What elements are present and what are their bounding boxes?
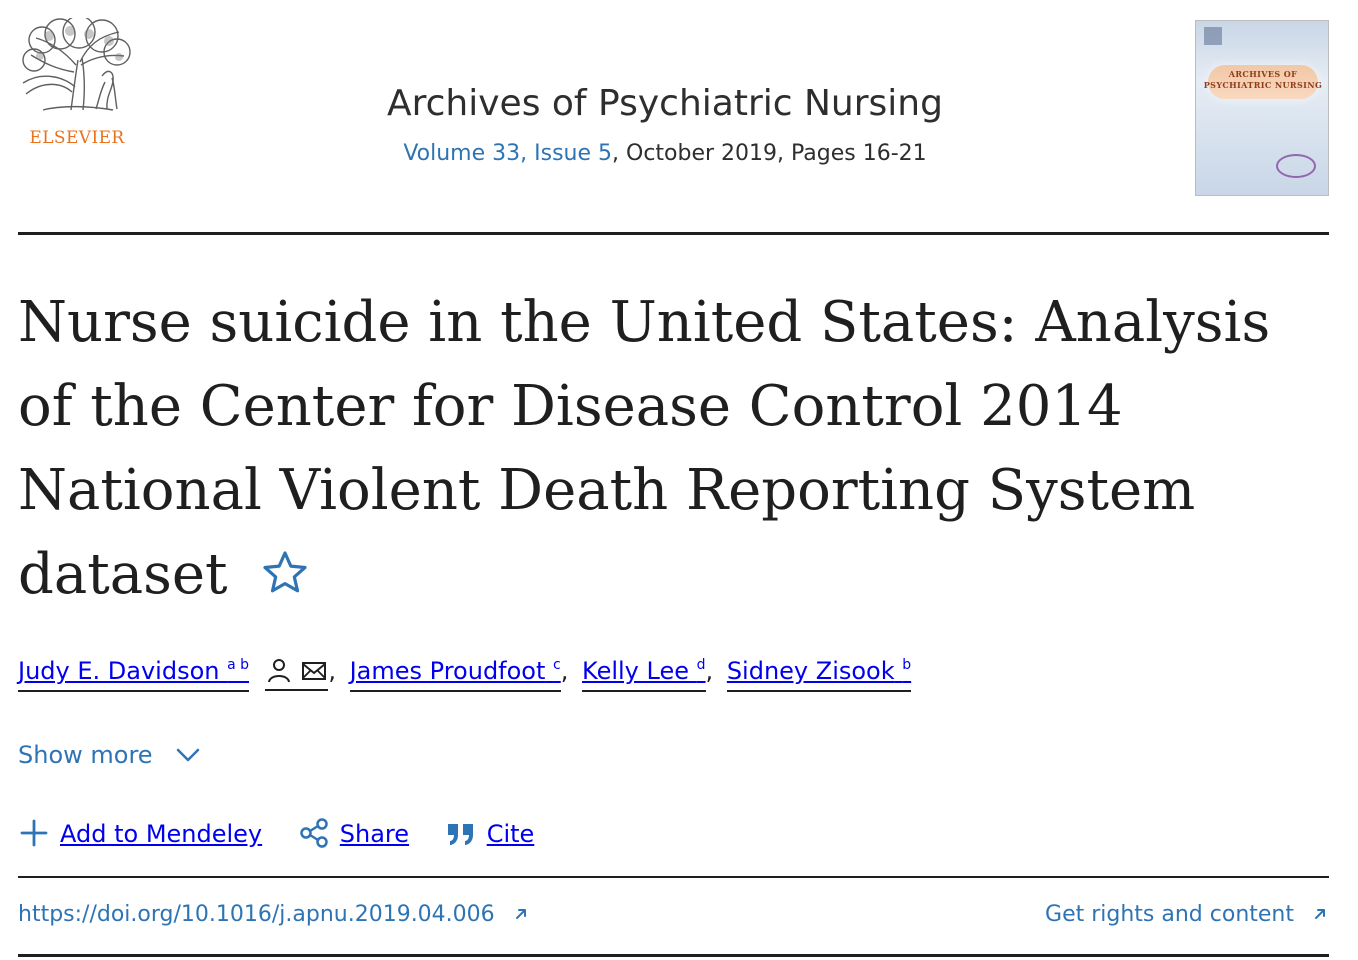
author-kelly-lee[interactable]: Kelly Lee d (582, 654, 706, 692)
user-icon[interactable] (265, 657, 293, 685)
author-affiliation: c (553, 657, 561, 673)
volume-issue-link[interactable]: Volume 33, Issue 5 (403, 141, 612, 166)
publisher-wordmark: ELSEVIER (29, 128, 125, 148)
author-name: Sidney Zisook (726, 657, 895, 685)
article-page: ELSEVIER Archives of Psychiatric Nursing… (0, 0, 1358, 960)
show-more-label: Show more (18, 741, 153, 769)
author-name: Judy E. Davidson (18, 657, 220, 685)
journal-title-link[interactable]: Archives of Psychiatric Nursing (256, 82, 1074, 126)
doi-link[interactable]: https://doi.org/10.1016/j.apnu.2019.04.0… (18, 900, 530, 930)
issue-details: , October 2019, Pages 16-21 (612, 141, 927, 166)
rights-text: Get rights and content (1045, 902, 1294, 927)
journal-cover-link[interactable]: ARCHIVES OF PSYCHIATRIC NURSING (1195, 20, 1329, 196)
author-james-proudfoot[interactable]: James Proudfoot c (349, 654, 561, 692)
chevron-down-icon (176, 748, 200, 762)
author-separator: , (328, 657, 336, 685)
journal-info: Archives of Psychiatric Nursing Volume 3… (256, 82, 1074, 168)
email-icon[interactable] (300, 657, 328, 685)
rights-link[interactable]: Get rights and content (1045, 900, 1329, 930)
article-actions: Add to Mendeley Share Cite (18, 817, 562, 855)
cite-button[interactable]: Cite (445, 817, 535, 851)
external-link-icon (515, 909, 526, 919)
cite-label: Cite (486, 820, 535, 848)
show-more-button[interactable]: Show more (18, 738, 202, 772)
cover-title: ARCHIVES OF PSYCHIATRIC NURSING (1203, 69, 1323, 90)
tree-logo-icon (22, 18, 131, 111)
footer-divider (18, 954, 1329, 957)
author-name: James Proudfoot (349, 657, 546, 685)
external-link-icon (1315, 909, 1325, 919)
author-affiliation: b (902, 657, 912, 673)
actions-divider (18, 876, 1329, 878)
add-to-mendeley-button[interactable]: Add to Mendeley (18, 817, 262, 851)
cover-seal-icon (1276, 154, 1316, 178)
plus-icon (20, 819, 48, 847)
header-divider (18, 232, 1329, 235)
doi-text: https://doi.org/10.1016/j.apnu.2019.04.0… (18, 902, 495, 927)
author-list: Judy E. Davidson a b , James Proudfoot c… (18, 654, 1118, 698)
share-button[interactable]: Share (298, 817, 409, 851)
quote-icon (447, 824, 473, 845)
author-separator: , (560, 657, 569, 685)
author-name: Kelly Lee (582, 657, 689, 685)
add-to-mendeley-label: Add to Mendeley (60, 820, 263, 848)
elsevier-logo[interactable]: ELSEVIER (18, 18, 136, 153)
star-outline-icon[interactable] (261, 549, 309, 597)
author-contact-icons (264, 654, 329, 691)
author-sidney-zisook[interactable]: Sidney Zisook b (726, 654, 912, 692)
author-affiliation: a b (227, 657, 250, 673)
share-icon (300, 818, 328, 848)
author-affiliation: d (696, 657, 706, 673)
article-title-text: Nurse suicide in the United States: Anal… (18, 290, 1271, 607)
cover-publisher-icon (1204, 27, 1222, 45)
issue-line: Volume 33, Issue 5, October 2019, Pages … (256, 140, 1074, 168)
share-label: Share (339, 820, 410, 848)
journal-header: ELSEVIER Archives of Psychiatric Nursing… (18, 18, 1329, 200)
author-judy-davidson[interactable]: Judy E. Davidson a b (18, 654, 250, 692)
author-separator: , (705, 657, 714, 685)
article-title: Nurse suicide in the United States: Anal… (18, 281, 1313, 617)
